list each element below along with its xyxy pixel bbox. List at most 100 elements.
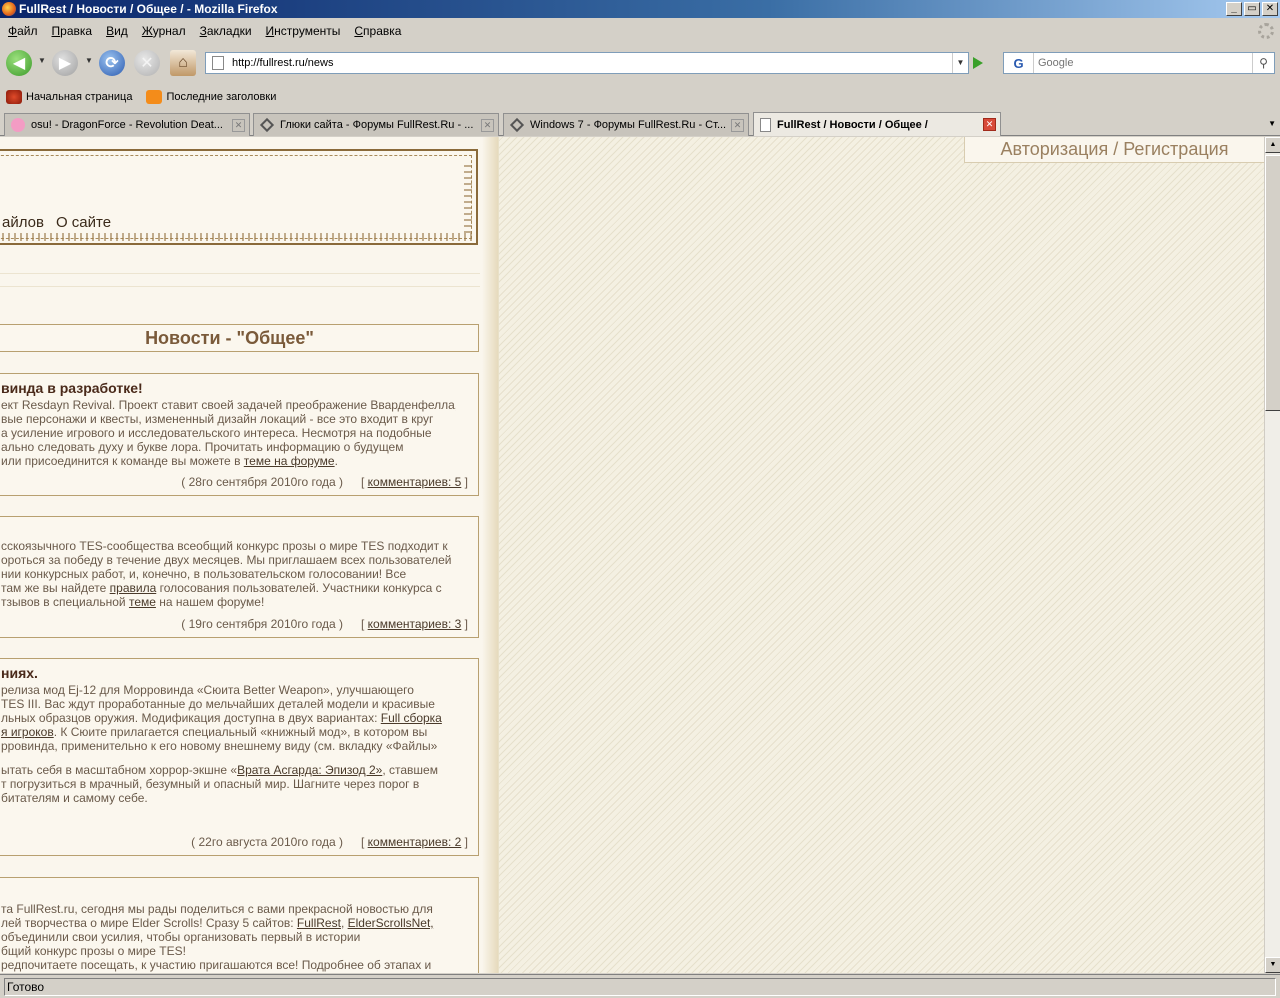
close-window-button[interactable]: ✕ (1262, 2, 1278, 16)
news-footer: ( 19го сентября 2010го года )[ комментар… (181, 617, 468, 631)
minimize-button[interactable]: _ (1226, 2, 1242, 16)
comments-link[interactable]: комментариев: 2 (368, 835, 462, 849)
news-line: ытать себя в масштабном хоррор-экшне «Вр… (1, 763, 438, 777)
status-text: Готово (4, 977, 1276, 996)
section-title: Новости - "Общее" (0, 324, 479, 352)
news-line: т погрузиться в мрачный, безумный и опас… (1, 777, 420, 791)
news-line: сскоязычного TES-сообщества всеобщий кон… (1, 539, 448, 553)
news-item: винда в разработке! ект Resdayn Revival.… (0, 373, 479, 496)
vertical-scrollbar[interactable]: ▲ ▼ (1264, 137, 1280, 973)
bookmark-label: Последние заголовки (166, 91, 277, 103)
window-controls: _ ▭ ✕ (1226, 2, 1278, 16)
menu-history[interactable]: Журнал (142, 24, 186, 38)
fullrest-link[interactable]: FullRest (297, 916, 341, 930)
menu-tools[interactable]: Инструменты (266, 24, 341, 38)
url-history-dropdown[interactable]: ▼ (952, 53, 968, 73)
tab-windows7[interactable]: Windows 7 - Форумы FullRest.Ru - Ст... ✕ (503, 113, 749, 136)
news-body: сскоязычного TES-сообщества всеобщий кон… (1, 539, 456, 609)
divider (0, 273, 480, 287)
auth-register-link[interactable]: Авторизация / Регистрация (964, 137, 1264, 163)
window-titlebar: FullRest / Новости / Общее / - Mozilla F… (0, 0, 1280, 18)
players-link[interactable]: я игроков (1, 725, 54, 739)
url-input[interactable]: http://fullrest.ru/news (232, 57, 952, 69)
go-button[interactable] (973, 57, 983, 69)
home-button[interactable]: ⌂ (170, 50, 196, 76)
full-build-link[interactable]: Full сборка (381, 711, 442, 725)
tab-bar: osu! - DragonForce - Revolution Deat... … (0, 111, 1280, 136)
rules-link[interactable]: правила (110, 581, 157, 595)
forum-icon (259, 117, 275, 133)
fullrest-dragon-icon (6, 90, 22, 104)
news-line: редпочитаете посещать, к участию пригаша… (1, 958, 432, 972)
news-item: та FullRest.ru, сегодня мы рады поделить… (0, 877, 479, 973)
firefox-logo-icon (2, 2, 16, 16)
site-header: айлов О сайте (0, 149, 478, 245)
news-line: льных образцов оружия. Модификация досту… (1, 711, 442, 725)
page-icon (212, 56, 224, 70)
url-bar[interactable]: http://fullrest.ru/news ▼ (205, 52, 969, 74)
news-date: ( 28го сентября 2010го года ) (181, 475, 343, 489)
close-tab-icon[interactable]: ✕ (481, 119, 494, 132)
status-bar: Готово (0, 974, 1280, 998)
news-title[interactable]: винда в разработке! (1, 380, 143, 396)
news-body: ект Resdayn Revival. Проект ставит своей… (1, 398, 456, 468)
tab-site-bugs[interactable]: Глюки сайта - Форумы FullRest.Ru - ... ✕ (253, 113, 499, 136)
menu-bookmarks[interactable]: Закладки (200, 24, 252, 38)
magnifier-icon[interactable]: ⚲ (1252, 53, 1274, 73)
tab-osu[interactable]: osu! - DragonForce - Revolution Deat... … (4, 113, 250, 136)
close-tab-icon[interactable]: ✕ (232, 119, 245, 132)
close-tab-icon[interactable]: ✕ (731, 119, 744, 132)
scroll-up-arrow-icon[interactable]: ▲ (1265, 137, 1280, 153)
comments-link[interactable]: комментариев: 5 (368, 475, 462, 489)
page-icon (760, 117, 771, 132)
close-tab-icon[interactable]: ✕ (983, 118, 996, 131)
back-history-dropdown[interactable]: ▼ (38, 56, 46, 65)
news-line: релиза мод Ej-12 для Морровинда «Сюита B… (1, 683, 414, 697)
page-viewport: айлов О сайте Новости - "Общее" винда в … (0, 137, 1264, 973)
forward-button[interactable]: ▶ (52, 50, 78, 76)
search-input[interactable] (1034, 57, 1252, 69)
tab-label: Windows 7 - Форумы FullRest.Ru - Ст... (530, 119, 727, 131)
tab-fullrest-news[interactable]: FullRest / Новости / Общее / ✕ (753, 112, 1001, 136)
reload-button[interactable]: ⟳ (99, 50, 125, 76)
bookmark-start-page[interactable]: Начальная страница (6, 90, 132, 104)
window-title: FullRest / Новости / Общее / - Mozilla F… (19, 2, 278, 16)
bookmark-label: Начальная страница (26, 91, 133, 103)
forward-history-dropdown[interactable]: ▼ (85, 56, 93, 65)
menu-view[interactable]: Вид (106, 24, 128, 38)
tab-label: osu! - DragonForce - Revolution Deat... (31, 119, 223, 131)
news-date: ( 22го августа 2010го года ) (191, 835, 343, 849)
all-tabs-chevron-down-icon[interactable]: ▼ (1268, 119, 1276, 128)
news-line: а усиление игрового и исследовательского… (1, 426, 432, 440)
news-body: релиза мод Ej-12 для Морровинда «Сюита B… (1, 683, 456, 805)
bookmark-latest-headlines[interactable]: Последние заголовки (146, 90, 276, 104)
maximize-button[interactable]: ▭ (1244, 2, 1260, 16)
comments-link[interactable]: комментариев: 3 (368, 617, 462, 631)
news-title[interactable]: ниях. (1, 665, 38, 681)
nav-about-link[interactable]: О сайте (56, 214, 111, 231)
elderscrollsnet-link[interactable]: ElderScrollsNet, (348, 916, 434, 930)
search-bar[interactable]: G ⚲ (1003, 52, 1275, 74)
forum-topic-link[interactable]: теме на форуме (244, 454, 335, 468)
bookmarks-toolbar: Начальная страница Последние заголовки (0, 86, 1280, 108)
tab-label: FullRest / Новости / Общее / (777, 118, 928, 131)
scroll-down-arrow-icon[interactable]: ▼ (1265, 957, 1280, 973)
news-line: рровинда, применительно к его новому вне… (1, 739, 438, 753)
news-line: я игроков. К Сюите прилагается специальн… (1, 725, 428, 739)
asgard-gates-link[interactable]: Врата Асгарда: Эпизод 2» (237, 763, 382, 777)
news-line: TES III. Вас ждут проработанные до мельч… (1, 697, 435, 711)
rss-icon (146, 90, 163, 104)
news-line: та FullRest.ru, сегодня мы рады поделить… (1, 902, 433, 916)
scrollbar-thumb[interactable] (1265, 155, 1280, 411)
back-button[interactable]: ◀ (6, 50, 32, 76)
menu-edit[interactable]: Правка (52, 24, 93, 38)
news-line: лей творчества о мире Elder Scrolls! Сра… (1, 916, 434, 930)
menu-file[interactable]: Файл (8, 24, 38, 38)
nav-files-link[interactable]: айлов (2, 214, 44, 231)
search-engine-google-icon[interactable]: G (1004, 53, 1034, 73)
news-footer: ( 22го августа 2010го года )[ комментари… (191, 835, 468, 849)
menu-help[interactable]: Справка (354, 24, 401, 38)
top-navigation: айлов О сайте (2, 214, 111, 231)
topic-link[interactable]: теме (129, 595, 156, 609)
stop-button[interactable]: ✕ (134, 50, 160, 76)
